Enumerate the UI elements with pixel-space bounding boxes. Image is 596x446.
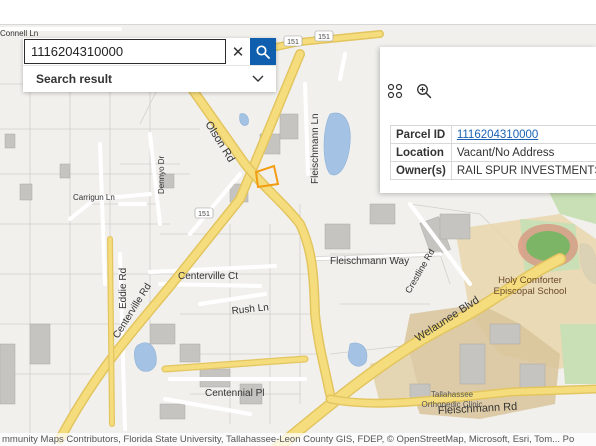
clear-search-button[interactable]: ✕ <box>226 39 250 64</box>
table-row: Owner(s) RAIL SPUR INVESTMENTS L <box>390 161 596 180</box>
attribute-value: RAIL SPUR INVESTMENTS L <box>450 161 596 180</box>
attribute-key: Parcel ID <box>390 125 452 144</box>
centennial-pl-label: Centennial Pl <box>205 388 264 399</box>
search-result-label: Search result <box>36 72 113 86</box>
feature-popup: Parcel ID 1116204310000 Location Vacant/… <box>380 47 596 193</box>
attribute-key: Location <box>390 143 452 162</box>
shield-151b-label: 151 <box>198 211 210 218</box>
table-row: Parcel ID 1116204310000 <box>390 125 596 144</box>
search-panel: ✕ Search result <box>23 38 276 92</box>
search-icon <box>256 44 270 59</box>
fleischmann-ln-label: Fleischmann Ln <box>310 113 321 184</box>
centerville-ct-label: Centerville Ct <box>178 271 238 282</box>
shield-151c-label: 151 <box>287 39 299 46</box>
chevron-down-icon <box>252 75 264 82</box>
parcel-id-link[interactable]: 1116204310000 <box>457 129 538 141</box>
cluster-icon <box>387 83 403 99</box>
close-icon: ✕ <box>231 43 245 61</box>
search-input[interactable] <box>24 39 226 64</box>
table-row: Location Vacant/No Address <box>390 143 596 162</box>
cluster-button[interactable] <box>387 83 405 101</box>
ortho-clinic-label-2: Orthopedic Clinic <box>422 400 483 409</box>
eddie-rd-label: Eddie Rd <box>118 268 129 309</box>
attribute-value: Vacant/No Address <box>450 143 596 162</box>
holy-comforter-label-1: Holy Comforter <box>498 275 562 286</box>
zoom-in-icon <box>417 84 432 99</box>
connell-ln-label: Connell Ln <box>0 29 38 38</box>
dennyo-dr-label: Dennyo Dr <box>157 155 166 194</box>
attribute-value: 1116204310000 <box>450 125 596 144</box>
holy-comforter-label-2: Episcopal School <box>494 286 567 297</box>
shield-151-label: 151 <box>318 34 330 41</box>
map-attribution: mmunity Maps Contributors, Florida State… <box>0 433 596 446</box>
parcel-attribute-table: Parcel ID 1116204310000 Location Vacant/… <box>390 125 596 180</box>
map-app: 151 151 151 Olson Rd Fleischmann Ln Flei… <box>0 0 596 446</box>
zoom-to-button[interactable] <box>416 83 434 101</box>
search-result-dropdown[interactable]: Search result <box>23 66 276 92</box>
popup-toolbar <box>380 77 596 107</box>
attribute-key: Owner(s) <box>390 161 452 180</box>
search-button[interactable] <box>250 38 276 65</box>
top-bar <box>0 0 596 25</box>
ortho-clinic-label-1: Tallahassee <box>431 390 474 399</box>
carriage-ln-label: Carrigun Ln <box>73 193 115 202</box>
fleischmann-way-label: Fleischmann Way <box>330 256 409 267</box>
search-row: ✕ <box>23 38 276 66</box>
